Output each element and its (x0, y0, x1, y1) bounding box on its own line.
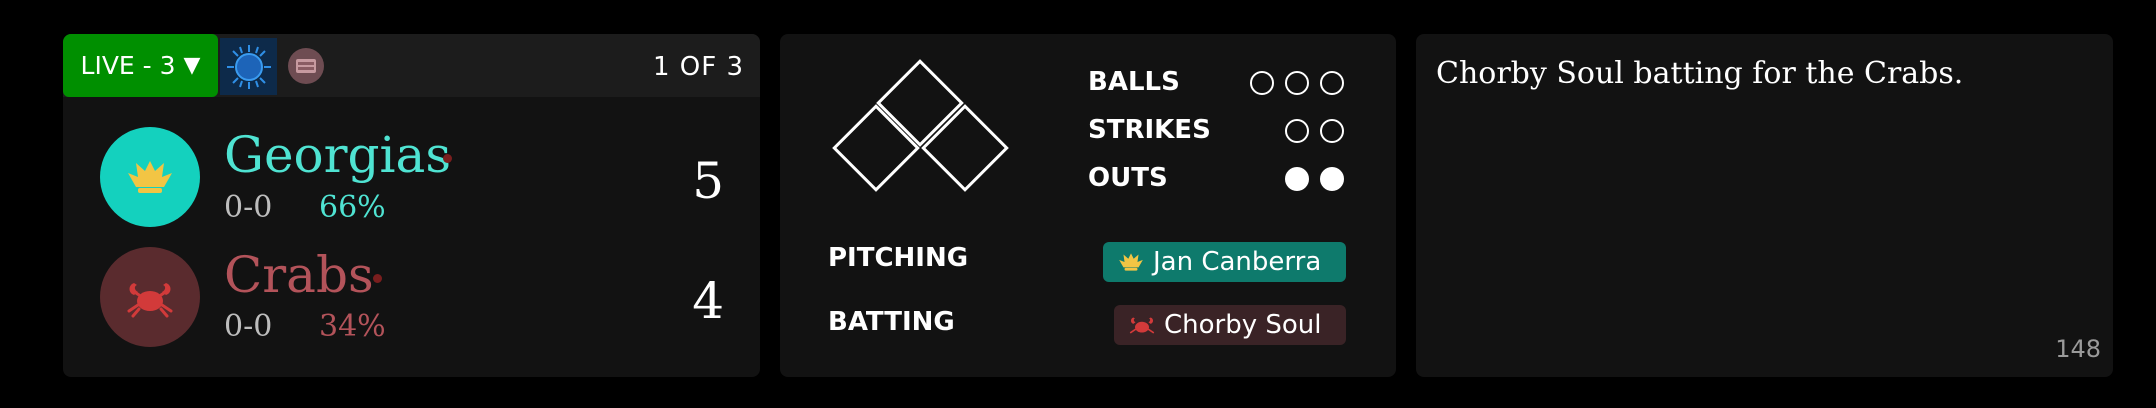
out-dot (1285, 167, 1309, 191)
team-indicator-dot (373, 274, 382, 283)
team-indicator-dot (443, 154, 452, 163)
ball-dot (1320, 71, 1344, 95)
crab-icon (127, 283, 173, 318)
crown-icon (1117, 250, 1145, 274)
crown-icon (128, 161, 172, 193)
team-record-away: 0-0 (224, 309, 273, 344)
team-score-away: 4 (692, 272, 724, 330)
strike-dot (1320, 119, 1344, 143)
ball-dot (1250, 71, 1274, 95)
team-logo-georgias (100, 127, 200, 227)
strikes-indicator (1285, 119, 1344, 143)
balls-indicator (1250, 71, 1344, 95)
base-diamond (832, 59, 1016, 214)
outs-indicator (1285, 167, 1344, 191)
ball-dot (1285, 71, 1309, 95)
sun-eclipse-icon[interactable] (220, 38, 277, 95)
out-dot (1320, 167, 1344, 191)
pitching-label: PITCHING (828, 243, 969, 273)
play-log-panel: Chorby Soul batting for the Crabs. 148 (1416, 34, 2113, 377)
live-label: LIVE - 3 (80, 51, 176, 80)
strike-dot (1285, 119, 1309, 143)
team-score-home: 5 (692, 152, 724, 210)
game-scoreboard-panel[interactable]: LIVE - 3 ▼ 1 OF 3 Georgias 0-0 66% 5 Cra… (63, 34, 760, 377)
balls-label: BALLS (1088, 67, 1180, 97)
stadium-icon[interactable] (288, 48, 324, 84)
batter-pill[interactable]: Chorby Soul (1114, 305, 1346, 345)
team-name-away[interactable]: Crabs (224, 250, 374, 300)
crab-icon (1128, 313, 1156, 337)
event-count: 148 (2055, 335, 2101, 363)
game-header: LIVE - 3 ▼ 1 OF 3 (63, 34, 760, 97)
team-odds-home: 66% (319, 190, 386, 225)
team-logo-crabs (100, 247, 200, 347)
at-bat-panel: BALLS STRIKES OUTS PITCHING Jan Canberra… (780, 34, 1396, 377)
batter-name: Chorby Soul (1164, 310, 1322, 340)
team-odds-away: 34% (319, 309, 386, 344)
pitcher-pill[interactable]: Jan Canberra (1103, 242, 1346, 282)
batting-label: BATTING (828, 307, 955, 337)
live-game-selector[interactable]: LIVE - 3 ▼ (63, 34, 218, 97)
caret-down-icon: ▼ (183, 53, 201, 78)
team-record-home: 0-0 (224, 190, 273, 225)
outs-label: OUTS (1088, 163, 1168, 193)
strikes-label: STRIKES (1088, 115, 1211, 145)
page-counter: 1 OF 3 (652, 52, 744, 82)
team-name-home[interactable]: Georgias (224, 130, 451, 180)
pitcher-name: Jan Canberra (1153, 247, 1322, 277)
play-log-message: Chorby Soul batting for the Crabs. (1436, 56, 1964, 91)
